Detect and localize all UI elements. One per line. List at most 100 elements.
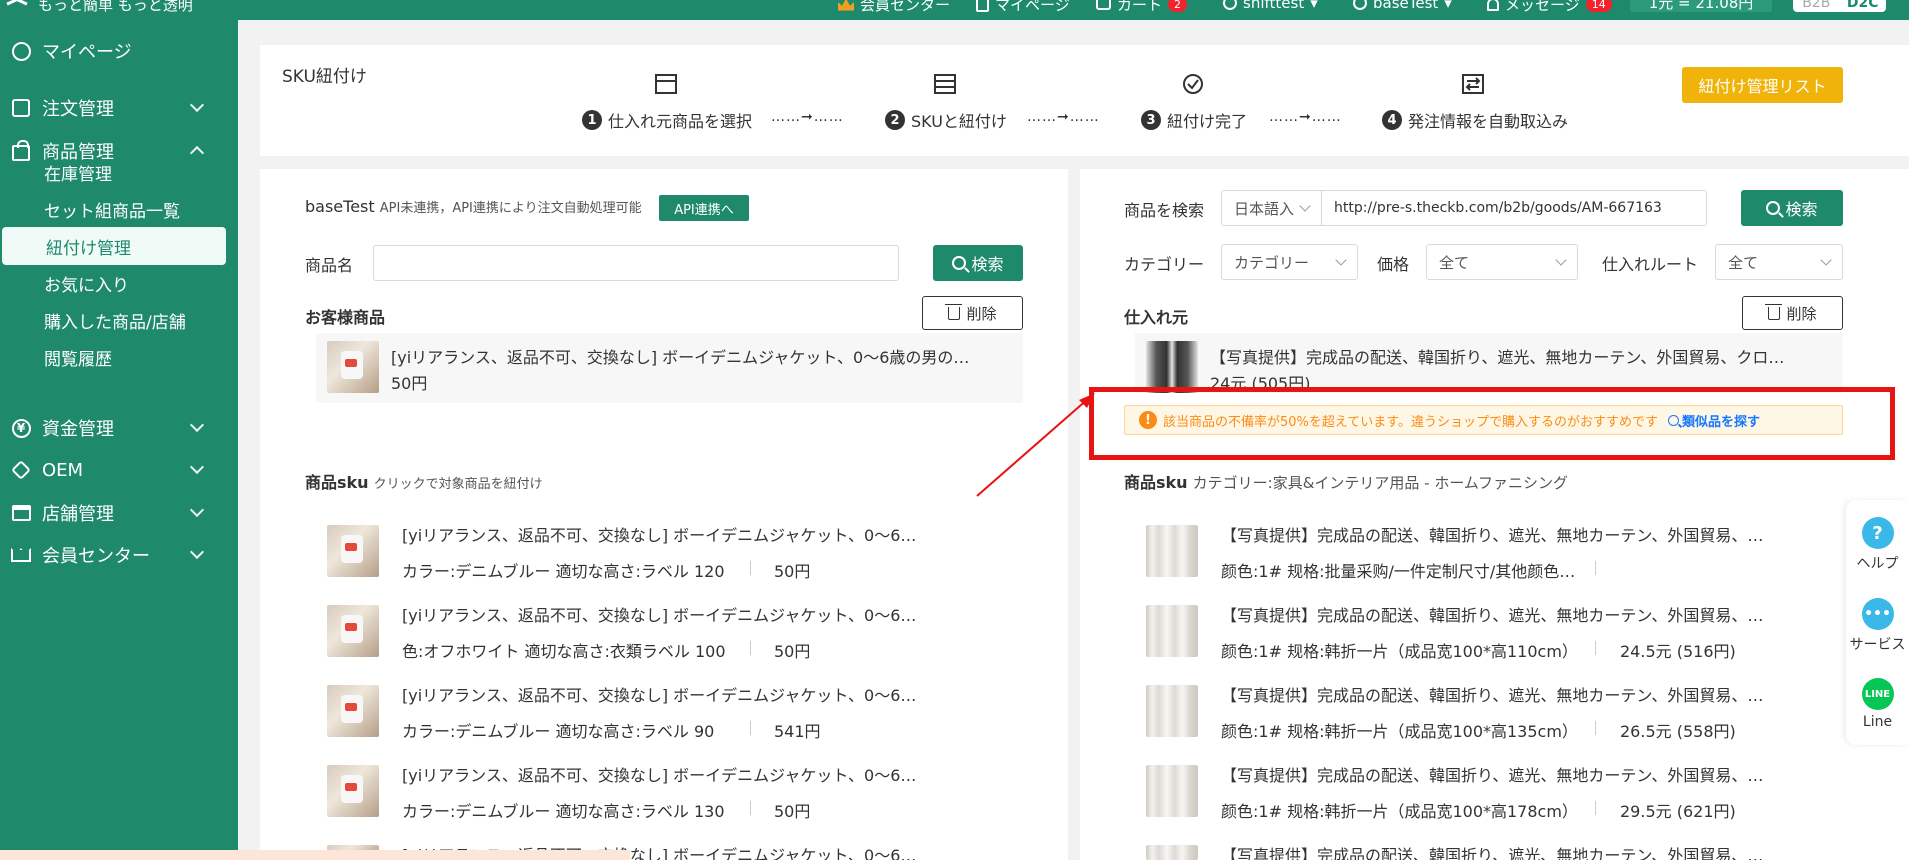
mode-switch[interactable]: B2B D2C (1793, 0, 1886, 12)
step-number: 2 (885, 110, 905, 130)
sku-name[interactable]: [yiリアランス、返品不可、交換なし] ボーイデニムジャケット、0～6歳の男の子 (402, 682, 932, 706)
sidebar-item-funds[interactable]: ¥ 資金管理 (0, 408, 238, 448)
sidebar-subitem-label: セット組商品一覧 (44, 201, 180, 222)
sku-name[interactable]: [yiリアランス、返品不可、交換なし] ボーイデニムジャケット、0～6歳の男の子 (402, 602, 932, 626)
product-name-input[interactable] (373, 245, 899, 281)
sidebar-subitem-linking[interactable]: 紐付け管理 (2, 227, 226, 265)
step-number: 1 (582, 110, 602, 130)
step-label: 仕入れ元商品を選択 (608, 112, 753, 131)
warning-icon: ! (1139, 411, 1157, 429)
product-price: 24元 (505円) (1210, 374, 1311, 393)
sidebar-subitem-inventory[interactable]: 在庫管理 (0, 153, 238, 191)
divider (750, 801, 751, 815)
price-select-value: 全て (1439, 253, 1470, 272)
user-menu[interactable]: shifttest ▾ (1223, 0, 1318, 12)
sidebar-item-label: 注文管理 (42, 99, 114, 120)
sidebar: マイページ 注文管理 商品管理 在庫管理 セット組商品一覧 紐付け管理 お気に入… (0, 20, 238, 860)
api-connect-button[interactable]: API連携へ (659, 195, 749, 221)
sku-name[interactable]: [yiリアランス、返品不可、交換なし] ボーイデニムジャケット、0～6歳の男の子 (402, 762, 932, 786)
user-avatar-icon (1223, 0, 1237, 10)
route-select[interactable]: 全て (1715, 244, 1843, 280)
line-button[interactable]: LINE Line (1846, 678, 1909, 730)
cart-link[interactable]: カート 2 (1096, 0, 1188, 15)
price-select[interactable]: 全て (1426, 244, 1578, 280)
sku-category: カテゴリー:家具&インテリア用品 - ホームファニシング (1192, 474, 1569, 492)
sku-thumbnail (327, 685, 379, 737)
step-connector: ……➞…… (771, 109, 844, 125)
left-delete-button[interactable]: 削除 (922, 296, 1023, 330)
sidebar-item-label: 店舗管理 (42, 504, 114, 525)
sidebar-subitem-label: お気に入り (44, 275, 129, 296)
sku-name[interactable]: 【写真提供】完成品の配送、韓国折り、遮光、無地カーテン、外国貿易、クロスボーダー (1221, 842, 1766, 860)
shop-name: baseTest API未連携，API連携により注文自動処理可能 (305, 197, 642, 216)
sku-name[interactable]: [yiリアランス、返品不可、交換なし] ボーイデニムジャケット、0～6歳の男の子 (402, 522, 932, 546)
bottom-notice-strip (0, 850, 630, 860)
sidebar-item-stores[interactable]: 店舗管理 (0, 493, 238, 533)
find-similar-link[interactable]: 類似品を探す (1667, 411, 1760, 430)
sku-name[interactable]: 【写真提供】完成品の配送、韓国折り、遮光、無地カーテン、外国貿易、クロスボーダー (1221, 762, 1766, 786)
search-icon (1667, 414, 1679, 426)
url-search-input[interactable]: http://pre-s.theckb.com/b2b/goods/AM-667… (1321, 190, 1707, 226)
sku-spec: カラー:デニムブルー 適切な高さ:ラベル 130 (402, 802, 725, 821)
sku-thumbnail (1146, 845, 1198, 860)
sidebar-subitem-history[interactable]: 閲覧履歴 (0, 338, 238, 376)
check-circle-icon (1183, 74, 1203, 94)
step-3: 3 紐付け完了 (1141, 108, 1247, 132)
yen-icon: ¥ (10, 417, 32, 439)
sidebar-item-mypage[interactable]: マイページ (0, 31, 238, 71)
step-number: 3 (1141, 110, 1161, 130)
mypage-label: マイページ (995, 0, 1070, 14)
customer-product-heading: お客様商品 (305, 308, 386, 327)
product-thumbnail (1146, 341, 1198, 393)
mode-d2c[interactable]: D2C (1840, 0, 1887, 12)
left-search-button[interactable]: 検索 (933, 245, 1023, 281)
mypage-link[interactable]: マイページ (976, 0, 1070, 15)
sku-thumbnail (1146, 525, 1198, 577)
cart-icon (1096, 0, 1111, 10)
user-name: shifttest (1243, 0, 1305, 12)
sku-label: 商品sku (1124, 473, 1188, 492)
sidebar-item-orders[interactable]: 注文管理 (0, 88, 238, 128)
sku-thumbnail (327, 525, 379, 577)
route-label: 仕入れルート (1602, 255, 1699, 274)
sku-name[interactable]: 【写真提供】完成品の配送、韓国折り、遮光、無地カーテン、外国貿易、クロスボーダー (1221, 522, 1766, 546)
sku-thumbnail (1146, 765, 1198, 817)
sku-spec: 色:オフホワイト 適切な高さ:衣類ラベル 100 (402, 642, 726, 661)
sidebar-item-oem[interactable]: OEM (0, 450, 238, 490)
logo[interactable]: もっと簡単 もっと透明 (4, 0, 193, 15)
trash-icon (945, 303, 963, 320)
right-delete-button[interactable]: 削除 (1742, 296, 1843, 330)
crown-icon (10, 544, 32, 566)
sidebar-subitem-favorites[interactable]: お気に入り (0, 264, 238, 302)
shop-menu[interactable]: baseTest ▾ (1353, 0, 1452, 12)
sidebar-item-member[interactable]: 会員センター (0, 535, 238, 575)
shop-name: baseTest (1373, 0, 1439, 12)
logo-text: もっと簡単 もっと透明 (38, 0, 193, 14)
messages-link[interactable]: メッセージ 14 (1487, 0, 1612, 15)
right-search-button[interactable]: 検索 (1741, 190, 1843, 226)
sidebar-subitem-bundles[interactable]: セット組商品一覧 (0, 190, 238, 228)
sidebar-subitem-label: 紐付け管理 (46, 238, 131, 259)
sidebar-subitem-purchased[interactable]: 購入した商品/店舗 (0, 301, 238, 339)
search-icon (952, 256, 967, 270)
member-center-label: 会員センター (860, 0, 951, 14)
mode-b2b[interactable]: B2B (1793, 0, 1840, 12)
service-button[interactable]: ••• サービス (1846, 598, 1909, 654)
step-4: 4 発注情報を自動取込み (1382, 108, 1568, 132)
sku-name[interactable]: 【写真提供】完成品の配送、韓国折り、遮光、無地カーテン、外国貿易、クロスボーダー (1221, 602, 1766, 626)
category-label: カテゴリー (1124, 255, 1205, 274)
help-button[interactable]: ? ヘルプ (1846, 517, 1909, 573)
messages-count-badge: 14 (1585, 0, 1612, 12)
sku-name[interactable]: 【写真提供】完成品の配送、韓国折り、遮光、無地カーテン、外国貿易、クロスボーダー (1221, 682, 1766, 706)
sku-price: 26.5元 (558円) (1620, 722, 1736, 741)
member-center-link[interactable]: 会員センター (838, 0, 950, 15)
sidebar-item-label: 資金管理 (42, 419, 114, 440)
trash-icon (1765, 303, 1783, 320)
category-select[interactable]: カテゴリー (1221, 244, 1358, 280)
language-select[interactable]: 日本語入 (1221, 190, 1321, 226)
sku-thumbnail (327, 765, 379, 817)
service-label: サービス (1849, 637, 1906, 653)
line-label: Line (1862, 714, 1893, 730)
link-management-list-button[interactable]: 紐付け管理リスト (1682, 67, 1843, 103)
sku-label: 商品sku (305, 473, 369, 492)
